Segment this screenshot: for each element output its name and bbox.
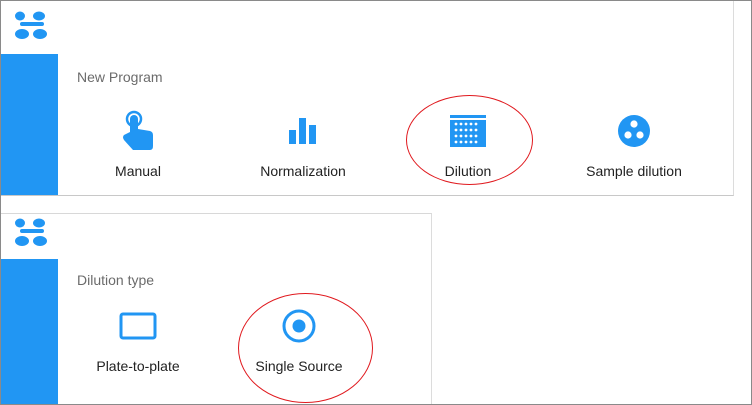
bar-chart-icon bbox=[289, 118, 316, 144]
dilution-type-label: Dilution type bbox=[77, 272, 155, 288]
tile-manual[interactable]: Manual bbox=[58, 109, 218, 179]
tile-single-source-label: Single Source bbox=[255, 358, 343, 374]
sidebar-rail bbox=[1, 259, 58, 404]
new-program-label: New Program bbox=[77, 69, 163, 85]
sidebar-rail bbox=[1, 54, 58, 195]
single-source-radio-icon bbox=[282, 309, 316, 343]
tile-dilution-label: Dilution bbox=[444, 163, 492, 179]
dilution-type-panel: Dilution type Plate-to-plate Single Sour… bbox=[1, 213, 432, 404]
tile-single-source[interactable]: Single Source bbox=[219, 304, 379, 374]
dilution-grid-icon bbox=[450, 115, 486, 147]
tile-manual-label: Manual bbox=[115, 163, 161, 179]
tile-dilution[interactable]: Dilution bbox=[388, 109, 548, 179]
plate-rectangle-icon bbox=[119, 312, 157, 340]
tile-normalization-label: Normalization bbox=[260, 163, 346, 179]
tile-plate-to-plate-label: Plate-to-plate bbox=[96, 358, 180, 374]
tile-plate-to-plate[interactable]: Plate-to-plate bbox=[58, 304, 218, 374]
app-logo-icon bbox=[15, 11, 47, 39]
new-program-panel: New Program Manual Normalization Dilutio… bbox=[1, 1, 734, 196]
app-logo-icon bbox=[15, 218, 47, 246]
tile-sample-dilution[interactable]: Sample dilution bbox=[554, 109, 714, 179]
tile-normalization[interactable]: Normalization bbox=[223, 109, 383, 179]
sample-dots-circle-icon bbox=[618, 115, 650, 147]
touch-hand-icon bbox=[123, 110, 153, 150]
tile-sample-dilution-label: Sample dilution bbox=[586, 163, 682, 179]
